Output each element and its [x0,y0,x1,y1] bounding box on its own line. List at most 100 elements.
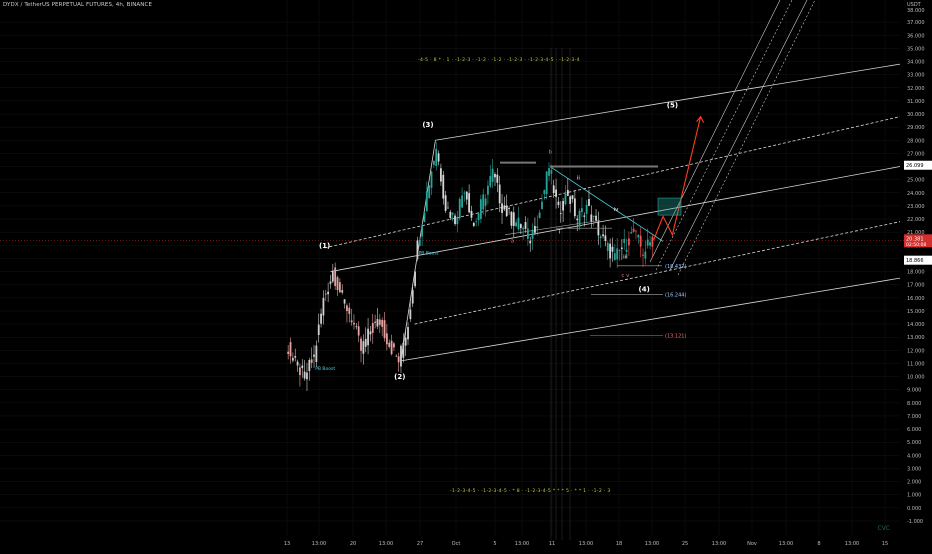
candle-body [644,251,647,259]
chart-header-title: DYDX / TetherUS PERPETUAL FUTURES, 4h, B… [3,2,153,8]
time-tick-label: 13:00 [779,541,793,547]
price-tick-label: 36.000 [907,33,925,39]
candle-body [442,174,445,199]
time-tick-label: 13:00 [379,541,393,547]
candle-body [355,326,358,328]
candle-body [435,148,438,166]
candle-body [557,201,560,206]
time-tick-label: 13:00 [845,541,859,547]
time-tick-label: Oct [452,541,461,547]
candle-body [588,199,590,206]
candle-body [404,337,407,346]
price-tick-label: 10.000 [907,375,925,381]
price-top-label: 38.000 [907,8,925,14]
candle-body [369,331,372,335]
candle-body [341,290,344,293]
candle-body [409,309,412,320]
candle-body [414,271,416,287]
price-tick-label: 1.000 [907,493,921,499]
candle-body [350,320,353,323]
candle-body [524,222,527,229]
candle-body [461,195,463,208]
candle-body [421,225,424,237]
candle-body [484,198,487,206]
candle-body [362,341,365,354]
price-tick-label: 25.000 [907,178,925,184]
price-tick-label: 7.000 [907,414,921,420]
time-tick-label: 11 [549,541,555,547]
target-label: (16.244) [665,293,686,299]
candle-body [585,204,588,214]
chart-svg[interactable]: (1)(2)(3)(4)(5)biiiviiiiac v(18.437)(16.… [0,0,932,550]
candle-body [353,322,355,325]
candle-body [449,211,452,218]
candle-body [374,321,377,323]
candle-body [489,175,492,187]
candle-body [291,357,294,361]
time-tick-label: 27 [417,541,423,547]
time-tick-label: 13:00 [712,541,726,547]
sub-wave-label: b [548,149,552,155]
candle-body [538,212,541,218]
time-tick-label: 25 [682,541,688,547]
candle-body [616,248,619,260]
candle-body [611,246,614,252]
bottom-signal-row: -1-2-3-4-5 · -1-2-3-4-5 · * 8 · -1-2-3-4… [450,488,611,494]
candle-body [385,333,388,345]
candle-body [590,214,593,222]
time-tick-label: 15 [882,541,888,547]
candle-body [430,171,433,188]
candle-body [606,242,609,251]
candle-body [595,215,597,221]
candle-body [477,213,480,221]
candle-body [397,356,400,363]
candle-body [376,319,379,327]
candle-body [317,324,320,335]
price-tick-label: 6.000 [907,427,921,433]
candle-body [468,193,471,213]
candle-body [301,365,304,369]
candle-body [630,232,633,234]
sub-wave-label: iv [614,207,620,213]
sub-wave-label: iii [623,254,628,260]
candle-body [609,243,612,259]
candle-body [364,338,367,347]
candle-body [496,174,499,183]
candle-body [400,345,402,367]
candle-body [306,372,308,380]
candle-body [508,208,510,209]
candle-body [296,361,299,366]
candle-body [505,205,508,217]
time-tick-label: 13:00 [312,541,326,547]
candle-body [571,195,574,200]
price-tick-label: 13.000 [907,335,925,341]
price-tick-label: 2.000 [907,480,921,486]
candle-body [407,327,409,340]
candle-body [310,359,313,363]
target-label: (13.121) [665,334,686,340]
chart-canvas[interactable]: (1) (2) (3) (4) (5) b ii iv i iii a c v (18.437) (16.… [0,0,932,550]
price-tick-label: 9.000 [907,388,921,394]
candle-body [465,191,468,200]
candle-body [456,218,459,225]
candle-body [402,342,405,358]
candle-body [491,168,494,182]
candle-body [390,340,393,355]
candle-body [289,342,292,357]
price-tick-label: 35.000 [907,46,925,52]
candle-body [581,208,583,213]
candle-body [512,212,515,226]
candle-body [472,222,475,226]
candle-body [503,205,506,210]
candle-body [451,212,454,215]
candle-body [625,249,628,252]
price-tick-label: 4.000 [907,453,921,459]
candle-body [515,222,518,227]
price-tick-label: 3.000 [907,466,921,472]
time-tick-label: 13:00 [579,541,593,547]
candle-body [651,236,654,247]
price-tick-label: 5.000 [907,440,921,446]
candle-body [639,235,642,247]
price-tick-label: 18.000 [907,270,925,276]
price-tick-label: 28.000 [907,138,925,144]
